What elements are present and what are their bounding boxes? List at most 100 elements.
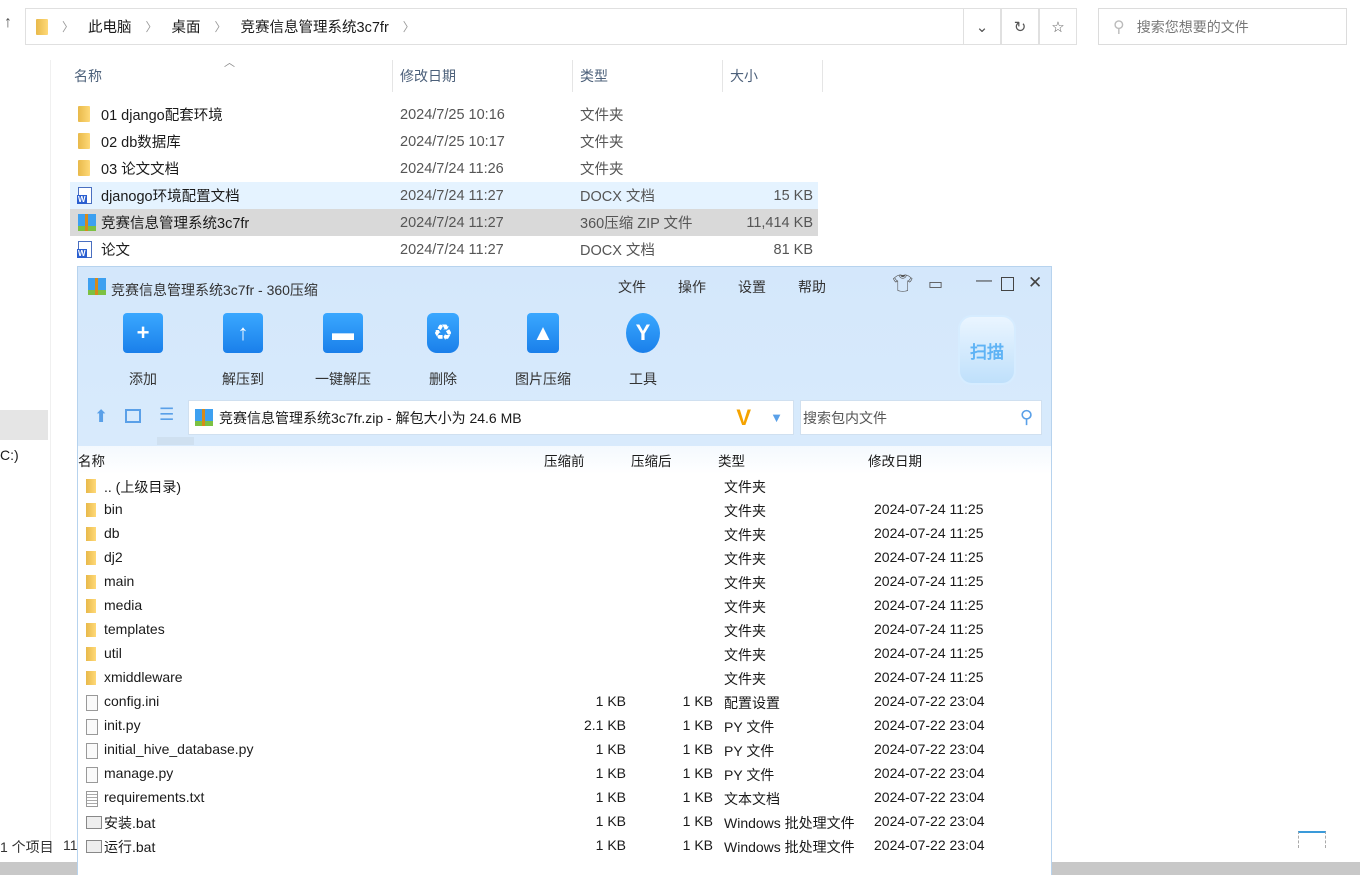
tool-extract-to[interactable]: ↑ 解压到 [193, 313, 293, 389]
archive-row[interactable]: config.ini 1 KB 1 KB 配置设置 2024-07-22 23:… [78, 690, 1051, 714]
col-name[interactable]: 名称 [74, 60, 102, 92]
nav-item-selected[interactable] [0, 410, 48, 440]
archive-row[interactable]: dj2 文件夹 2024-07-24 11:25 [78, 546, 1051, 570]
tray-icon[interactable] [1298, 831, 1326, 848]
file-size: 81 KB [773, 241, 814, 258]
folder-icon [78, 133, 90, 149]
up-level-icon[interactable]: ⬆ [94, 407, 108, 427]
entry-size-after: 1 KB [682, 717, 713, 733]
tool-label: 添加 [129, 371, 157, 387]
col-date[interactable]: 修改日期 [868, 450, 922, 470]
tool-label: 图片压缩 [515, 371, 571, 387]
file-row[interactable]: 02 db数据库 2024/7/25 10:17 文件夹 [70, 128, 818, 155]
file-icon [86, 719, 98, 735]
chevron-icon: 〉 [402, 20, 415, 34]
history-dropdown-button[interactable]: ⌄ [963, 8, 1001, 45]
tool-label: 工具 [629, 371, 657, 387]
address-bar[interactable]: 〉 此电脑 〉 桌面 〉 竞赛信息管理系统3c7fr 〉 [25, 8, 1077, 45]
archive-row[interactable]: media 文件夹 2024-07-24 11:25 [78, 594, 1051, 618]
archive-row[interactable]: bin 文件夹 2024-07-24 11:25 [78, 498, 1051, 522]
entry-size-after: 1 KB [682, 837, 713, 853]
file-name: 竞赛信息管理系统3c7fr [101, 216, 250, 232]
extract-icon: ↑ [223, 313, 263, 353]
tool-image-compress[interactable]: ▲ 图片压缩 [493, 313, 593, 389]
feedback-icon[interactable]: ▭ [928, 274, 943, 294]
file-row[interactable]: 论文 2024/7/24 11:27 DOCX 文档 81 KB [70, 236, 818, 263]
archive-row[interactable]: manage.py 1 KB 1 KB PY 文件 2024-07-22 23:… [78, 762, 1051, 786]
one-click-extract-icon: ▬ [323, 313, 363, 353]
entry-type: 文件夹 [724, 575, 766, 591]
search-icon: ⚲ [1113, 18, 1125, 36]
archive-row[interactable]: util 文件夹 2024-07-24 11:25 [78, 642, 1051, 666]
breadcrumb-folder[interactable]: 竞赛信息管理系统3c7fr [241, 16, 389, 37]
archive-row[interactable]: initial_hive_database.py 1 KB 1 KB PY 文件… [78, 738, 1051, 762]
file-row[interactable]: djanogo环境配置文档 2024/7/24 11:27 DOCX 文档 15… [70, 182, 818, 209]
col-divider [392, 60, 393, 92]
col-type[interactable]: 类型 [580, 60, 608, 92]
tool-add[interactable]: + 添加 [93, 313, 193, 389]
entry-type: PY 文件 [724, 719, 775, 735]
archive-row[interactable]: xmiddleware 文件夹 2024-07-24 11:25 [78, 666, 1051, 690]
view-icon[interactable] [125, 409, 141, 423]
tool-one-click-extract[interactable]: ▬ 一键解压 [293, 313, 393, 389]
bat-icon [86, 816, 102, 829]
archive-row[interactable]: init.py 2.1 KB 1 KB PY 文件 2024-07-22 23:… [78, 714, 1051, 738]
entry-type: Windows 批处理文件 [724, 839, 855, 855]
entry-name: requirements.txt [104, 789, 205, 805]
tools-icon: Y [626, 313, 660, 353]
archive-row[interactable]: requirements.txt 1 KB 1 KB 文本文档 2024-07-… [78, 786, 1051, 810]
menu-help[interactable]: 帮助 [798, 277, 826, 297]
scrollbar-thumb[interactable] [157, 437, 194, 445]
entry-type: 文件夹 [724, 527, 766, 543]
breadcrumb-this-pc[interactable]: 此电脑 [88, 16, 132, 37]
entry-date: 2024-07-24 11:25 [874, 573, 984, 589]
col-after[interactable]: 压缩后 [631, 450, 672, 470]
entry-name: dj2 [104, 549, 123, 565]
tool-tools[interactable]: Y 工具 [593, 313, 693, 389]
archive-row[interactable]: .. (上级目录) 文件夹 [78, 474, 1051, 498]
folder-icon [86, 647, 96, 661]
archive-row[interactable]: db 文件夹 2024-07-24 11:25 [78, 522, 1051, 546]
skin-shirt-icon[interactable]: 👕︎ [892, 274, 914, 294]
file-row[interactable]: 03 论文文档 2024/7/24 11:26 文件夹 [70, 155, 818, 182]
list-view-icon[interactable]: ☰ [159, 405, 174, 425]
entry-name: 运行.bat [104, 839, 156, 855]
archive-row[interactable]: 安装.bat 1 KB 1 KB Windows 批处理文件 2024-07-2… [78, 810, 1051, 834]
dropdown-arrow-icon[interactable]: ▼ [770, 410, 783, 425]
archive-search-input[interactable]: 搜索包内文件 ⚲ [800, 400, 1042, 435]
archive-row[interactable]: templates 文件夹 2024-07-24 11:25 [78, 618, 1051, 642]
tool-delete[interactable]: ♻ 删除 [393, 313, 493, 389]
menu-settings[interactable]: 设置 [738, 277, 766, 297]
nav-drive-c[interactable]: C:) [0, 447, 19, 463]
entry-date: 2024-07-24 11:25 [874, 621, 984, 637]
minimize-button[interactable]: — [976, 272, 992, 290]
archive-path-bar[interactable]: 竞赛信息管理系统3c7fr.zip - 解包大小为 24.6 MB V ▼ [188, 400, 794, 435]
col-date[interactable]: 修改日期 [400, 60, 456, 92]
file-row[interactable]: 01 django配套环境 2024/7/25 10:16 文件夹 [70, 101, 818, 128]
image-compress-icon: ▲ [527, 313, 559, 353]
archive-row[interactable]: main 文件夹 2024-07-24 11:25 [78, 570, 1051, 594]
col-before[interactable]: 压缩前 [544, 450, 585, 470]
col-type[interactable]: 类型 [718, 450, 745, 470]
search-box[interactable]: ⚲ 搜索您想要的文件 [1098, 8, 1347, 45]
menu-operate[interactable]: 操作 [678, 277, 706, 297]
favorite-star-button[interactable]: ☆ [1039, 8, 1077, 45]
archive-row[interactable]: 运行.bat 1 KB 1 KB Windows 批处理文件 2024-07-2… [78, 834, 1051, 858]
entry-type: 文件夹 [724, 503, 766, 519]
entry-date: 2024-07-22 23:04 [874, 813, 985, 829]
entry-name: templates [104, 621, 165, 637]
scan-button[interactable]: 扫描 [958, 315, 1016, 385]
col-size[interactable]: 大小 [730, 60, 758, 92]
entry-date: 2024-07-24 11:25 [874, 549, 984, 565]
close-button[interactable]: ✕ [1028, 273, 1042, 293]
file-type: 360压缩 ZIP 文件 [580, 216, 693, 232]
col-name[interactable]: 名称 [78, 450, 105, 470]
search-icon[interactable]: ⚲ [1020, 407, 1033, 428]
word-icon [77, 187, 92, 204]
maximize-button[interactable] [1001, 277, 1014, 291]
menu-file[interactable]: 文件 [618, 277, 646, 297]
file-row[interactable]: 竞赛信息管理系统3c7fr 2024/7/24 11:27 360压缩 ZIP … [70, 209, 818, 236]
breadcrumb-desktop[interactable]: 桌面 [172, 16, 201, 37]
up-button[interactable]: ↑ [4, 14, 12, 32]
refresh-button[interactable]: ↻ [1001, 8, 1039, 45]
